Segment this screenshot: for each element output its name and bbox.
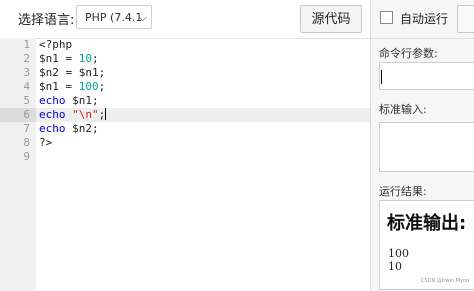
code-line: echo "\n"; <box>39 108 107 121</box>
args-label: 命令行参数: <box>379 47 438 60</box>
code-text-area[interactable]: <?php $n1 = 10; $n2 = $n1; $n1 = 100; ec… <box>36 38 370 291</box>
stdin-label: 标准输入: <box>379 103 427 116</box>
auto-run-checkbox[interactable] <box>380 11 393 24</box>
source-code-button[interactable]: 源代码 <box>300 5 362 33</box>
code-line: $n1 = 10; <box>39 52 99 65</box>
language-select-value: PHP (7.4.1 <box>85 11 143 24</box>
output-title: 标准输出: <box>387 213 467 234</box>
language-label: 选择语言: <box>18 13 75 28</box>
code-line: $n2 = $n1; <box>39 66 106 79</box>
code-line: $n1 = 100; <box>39 80 106 93</box>
code-line: echo $n2; <box>39 122 99 135</box>
line-number: 2 <box>23 52 30 65</box>
text-cursor <box>105 108 107 120</box>
line-number: 9 <box>23 150 30 163</box>
code-line: ?> <box>39 136 53 149</box>
line-number: 4 <box>23 80 30 93</box>
output-line: 100 <box>388 247 409 260</box>
auto-run-label: 自动运行 <box>400 12 449 26</box>
result-label: 运行结果: <box>379 185 427 198</box>
chevron-down-icon: ⌵ <box>138 11 147 24</box>
line-number: 8 <box>23 136 30 149</box>
line-number-gutter: 1 2 3 4 5 6 7 8 9 <box>0 38 36 291</box>
args-input[interactable] <box>379 62 474 90</box>
line-number: 5 <box>23 94 30 107</box>
run-panel: 自动运行 命令行参数: 标准输入: 运行结果: 标准输出: 100 10 CSD… <box>371 0 474 291</box>
editor-panel: 选择语言: PHP (7.4.1 ⌵ 源代码 1 2 3 4 5 6 7 8 9… <box>0 0 370 291</box>
divider <box>371 38 474 39</box>
editor-toolbar: 选择语言: PHP (7.4.1 ⌵ 源代码 <box>0 0 370 39</box>
line-number: 1 <box>23 38 30 51</box>
code-editor[interactable]: 1 2 3 4 5 6 7 8 9 <?php $n1 = 10; $n2 = … <box>0 38 370 291</box>
line-number: 7 <box>23 122 30 135</box>
watermark: CSDN @Irwin Myon <box>421 278 470 284</box>
input-caret <box>381 70 382 84</box>
stdin-textarea[interactable] <box>379 122 474 172</box>
language-select[interactable]: PHP (7.4.1 ⌵ <box>76 5 152 29</box>
line-number: 3 <box>23 66 30 79</box>
output-panel: 标准输出: 100 10 <box>379 200 474 290</box>
code-line: <?php <box>39 38 73 51</box>
line-number: 6 <box>23 108 30 121</box>
run-button[interactable] <box>457 5 474 33</box>
output-line: 10 <box>388 260 402 273</box>
code-line: echo $n1; <box>39 94 99 107</box>
